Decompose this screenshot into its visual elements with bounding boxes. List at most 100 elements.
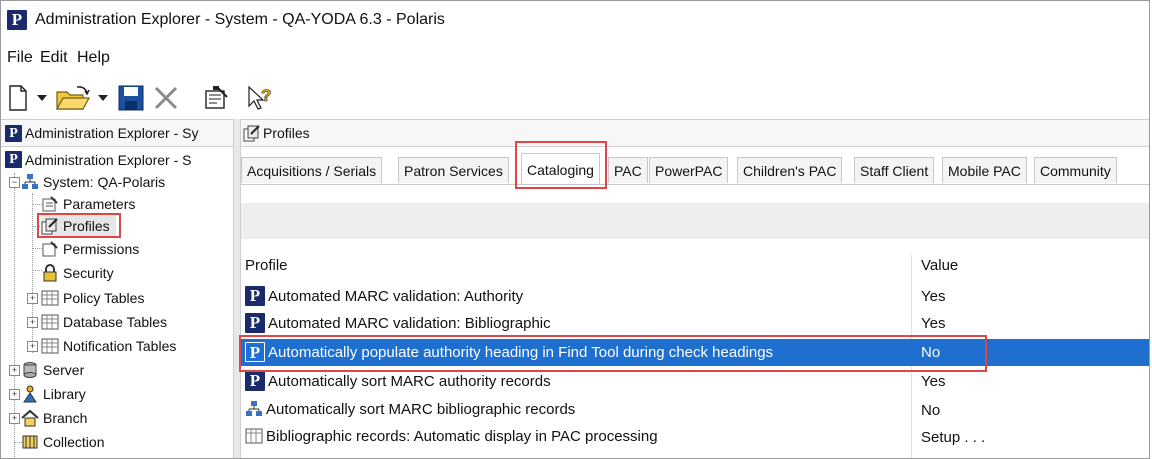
tree-item-notification-tables[interactable]: Notification Tables bbox=[41, 335, 176, 356]
row-profile: Automatically populate authority heading… bbox=[268, 343, 774, 361]
profiles-pane: Acquisitions / Serials Patron Services C… bbox=[239, 141, 1149, 458]
tree-item-label: Policy Tables bbox=[63, 289, 145, 306]
row-profile: Automatically sort MARC bibliographic re… bbox=[266, 400, 576, 418]
branch-house-icon bbox=[21, 409, 39, 427]
tree-item-label: Database Tables bbox=[63, 313, 168, 330]
tab-divider bbox=[241, 184, 1149, 185]
tree-root-label: Administration Explorer - S bbox=[25, 151, 192, 168]
dropdown-arrow-icon[interactable] bbox=[94, 81, 112, 115]
properties-icon[interactable] bbox=[199, 81, 233, 115]
polaris-p-icon: P bbox=[245, 286, 265, 306]
tree-item-security[interactable]: Security bbox=[41, 262, 114, 283]
list-row[interactable]: P Automated MARC validation: Authority Ye… bbox=[241, 283, 1149, 310]
lock-icon bbox=[41, 263, 59, 282]
tab-powerpac[interactable]: PowerPAC bbox=[649, 157, 729, 183]
expand-icon[interactable]: + bbox=[9, 413, 20, 424]
tree-item-database-tables[interactable]: Database Tables bbox=[41, 311, 167, 332]
tab-patron-services[interactable]: Patron Services bbox=[398, 157, 509, 183]
row-value: Setup . . . bbox=[921, 429, 986, 446]
left-pane-header: P Administration Explorer - Sy bbox=[5, 123, 199, 143]
polaris-p-icon: P bbox=[245, 371, 265, 391]
polaris-logo-icon: P bbox=[7, 10, 27, 30]
tree-item-label: Notification Tables bbox=[63, 337, 177, 354]
tree-item-permissions[interactable]: Permissions bbox=[41, 241, 139, 257]
polaris-logo-icon: P bbox=[5, 124, 22, 142]
tree-item-branch[interactable]: Branch bbox=[21, 407, 87, 428]
list-row[interactable]: Bibliographic records: Automatic display… bbox=[241, 424, 1149, 451]
save-icon[interactable] bbox=[114, 81, 148, 115]
row-profile: Bibliographic records: Automatic display… bbox=[266, 427, 658, 445]
list-row-selected[interactable]: P Automatically populate authority headin… bbox=[241, 339, 1149, 366]
tree-item-label: Profiles bbox=[63, 217, 110, 234]
table-icon bbox=[41, 313, 59, 331]
table-icon bbox=[41, 289, 59, 307]
tree-item-label: Parameters bbox=[63, 195, 136, 212]
tree-item-label: Permissions bbox=[63, 241, 140, 257]
tree-item-parameters[interactable]: Parameters bbox=[41, 193, 135, 214]
profiles-icon bbox=[243, 124, 261, 142]
collection-icon bbox=[21, 433, 39, 451]
toolbar: ? bbox=[1, 77, 1149, 117]
tree-item-collection[interactable]: Collection bbox=[21, 431, 104, 452]
menu-file[interactable]: File bbox=[7, 49, 33, 67]
tree-item-policy-tables[interactable]: Policy Tables bbox=[41, 287, 144, 308]
dropdown-arrow-icon[interactable] bbox=[33, 81, 51, 115]
tree-item-system[interactable]: System: QA-Polaris bbox=[21, 171, 165, 192]
menu-help[interactable]: Help bbox=[77, 49, 110, 67]
right-pane-header-label: Profiles bbox=[263, 125, 310, 141]
tree-item-label: Branch bbox=[43, 409, 88, 426]
tab-childrens-pac[interactable]: Children's PAC bbox=[737, 157, 843, 183]
list-row[interactable]: Automatically sort MARC bibliographic re… bbox=[241, 397, 1149, 424]
tree-item-label: Collection bbox=[43, 433, 105, 450]
network-icon bbox=[21, 173, 39, 191]
network-icon bbox=[245, 400, 263, 418]
menu-bar: File Edit Help bbox=[1, 45, 1149, 73]
tab-mobile-pac[interactable]: Mobile PAC bbox=[942, 157, 1027, 183]
list-header: Profile Value bbox=[241, 255, 1149, 279]
options-band bbox=[241, 203, 1149, 239]
expand-icon[interactable]: + bbox=[27, 293, 38, 304]
tree-item-profiles[interactable]: Profiles bbox=[41, 215, 116, 236]
expand-icon[interactable]: + bbox=[9, 389, 20, 400]
profiles-icon bbox=[41, 217, 59, 235]
column-profile-header[interactable]: Profile bbox=[245, 257, 288, 274]
column-value-header[interactable]: Value bbox=[921, 257, 958, 274]
row-value: No bbox=[921, 402, 941, 419]
tree-item-label: System: QA-Polaris bbox=[43, 173, 166, 190]
tab-community[interactable]: Community bbox=[1034, 157, 1117, 183]
collapse-icon[interactable]: − bbox=[9, 177, 20, 188]
polaris-p-icon: P bbox=[245, 313, 265, 333]
list-row[interactable]: P Automatically sort MARC authority recor… bbox=[241, 368, 1149, 395]
polaris-logo-icon: P bbox=[5, 151, 22, 168]
whats-this-help-icon[interactable]: ? bbox=[243, 81, 277, 115]
expand-icon[interactable]: + bbox=[27, 317, 38, 328]
polaris-p-icon: P bbox=[245, 342, 265, 362]
tree-item-library[interactable]: Library bbox=[21, 383, 86, 404]
server-icon bbox=[21, 361, 39, 379]
row-profile: Automatically sort MARC authority record… bbox=[268, 372, 551, 390]
list-row[interactable]: P Automated MARC validation: Bibliographi… bbox=[241, 310, 1149, 337]
expand-icon[interactable]: + bbox=[27, 341, 38, 352]
tab-acquisitions-serials[interactable]: Acquisitions / Serials bbox=[241, 157, 383, 183]
pane-header-row: P Administration Explorer - Sy Profiles bbox=[1, 119, 1149, 147]
right-pane-header: Profiles bbox=[243, 123, 310, 143]
menu-edit[interactable]: Edit bbox=[40, 49, 68, 67]
explorer-tree: P Administration Explorer - S − System: … bbox=[1, 147, 233, 458]
row-value: No bbox=[921, 344, 941, 361]
tab-staff-client[interactable]: Staff Client bbox=[854, 157, 935, 183]
row-value: Yes bbox=[921, 315, 946, 332]
tab-cataloging[interactable]: Cataloging bbox=[521, 153, 600, 185]
table-icon bbox=[41, 337, 59, 355]
new-document-icon[interactable] bbox=[5, 81, 31, 115]
application-window: P Administration Explorer - System - QA-… bbox=[0, 0, 1150, 459]
tree-root[interactable]: P Administration Explorer - S bbox=[5, 149, 192, 170]
tab-pac[interactable]: PAC bbox=[608, 157, 648, 183]
row-profile: Automated MARC validation: Authority bbox=[268, 287, 524, 305]
row-value: Yes bbox=[921, 373, 946, 390]
tree-item-server[interactable]: Server bbox=[21, 359, 84, 380]
delete-icon[interactable] bbox=[149, 81, 183, 115]
title-bar: P Administration Explorer - System - QA-… bbox=[1, 1, 1149, 41]
open-folder-icon[interactable] bbox=[53, 81, 93, 115]
left-pane-header-label: Administration Explorer - Sy bbox=[25, 125, 199, 141]
expand-icon[interactable]: + bbox=[9, 365, 20, 376]
